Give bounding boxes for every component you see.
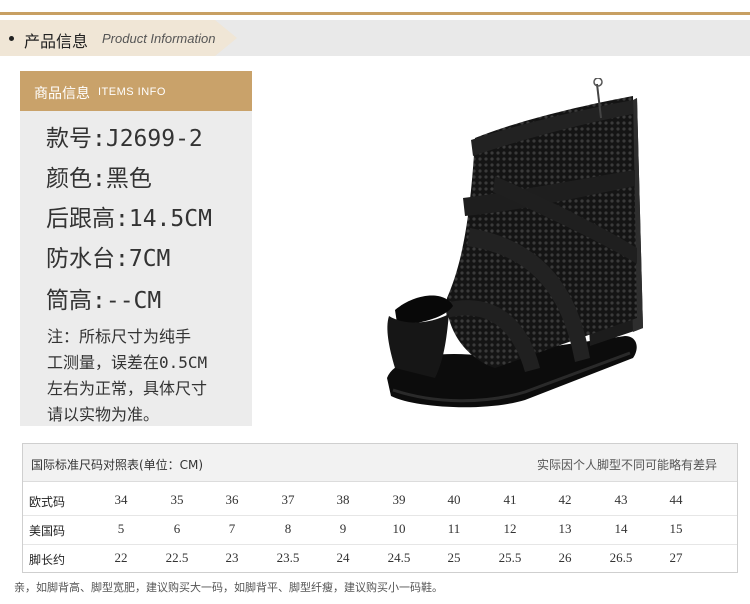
size-chart-note: 实际因个人脚型不同可能略有差异	[536, 458, 717, 472]
table-cell: 27	[669, 550, 683, 565]
table-cell: 41	[503, 492, 517, 507]
table-cell: 25	[447, 550, 461, 565]
items-info-panel: 商品信息 ITEMS INFO 款号:J2699-2 颜色:黑色 后跟高:14.…	[20, 71, 252, 426]
table-cell: 6	[173, 521, 181, 536]
info-style-number: 款号:J2699-2	[46, 126, 203, 152]
table-cell: 22.5	[165, 550, 189, 565]
table-cell: 23.5	[276, 550, 300, 565]
info-note-line: 工测量，误差在0.5CM	[47, 353, 208, 372]
table-cell: 37	[281, 492, 295, 507]
table-cell: 7	[228, 521, 236, 536]
table-cell: 5	[117, 521, 125, 536]
table-cell: 26	[558, 550, 572, 565]
table-cell: 22	[114, 550, 128, 565]
info-note-line: 左右为正常，具体尺寸	[47, 379, 208, 398]
table-cell: 11	[447, 521, 461, 536]
table-cell: 12	[503, 521, 517, 536]
table-cell: 24	[336, 550, 350, 565]
table-cell: 14	[614, 521, 628, 536]
row-label: 欧式码	[29, 495, 66, 509]
table-cell: 40	[447, 492, 461, 507]
table-row-eu: 欧式码 34 35 36 37 38 39 40 41 42 43 44	[23, 487, 737, 515]
info-color: 颜色:黑色	[46, 166, 152, 192]
table-cell: 42	[558, 492, 572, 507]
product-shoe-image	[387, 78, 643, 408]
table-cell: 8	[284, 521, 292, 536]
table-cell: 25.5	[498, 550, 522, 565]
items-info-title-en: ITEMS INFO	[98, 86, 166, 98]
row-label: 脚长约	[29, 553, 66, 567]
items-info-title: 商品信息 ITEMS INFO	[20, 71, 252, 111]
bullet-icon	[9, 36, 14, 41]
section-header: 产品信息 Product Information	[0, 20, 750, 56]
row-label: 美国码	[29, 524, 66, 538]
table-cell: 36	[225, 492, 239, 507]
table-cell: 24.5	[387, 550, 411, 565]
table-cell: 43	[614, 492, 628, 507]
size-advice-footnote: 亲，如脚背高、脚型宽肥，建议购买大一码，如脚背平、脚型纤瘦，建议购买小一码鞋。	[14, 581, 443, 594]
table-row-us: 美国码 5 6 7 8 9 10 11 12 13 14 15	[23, 516, 737, 544]
size-chart: 国际标准尺码对照表(单位：CM) 实际因个人脚型不同可能略有差异 欧式码 34 …	[22, 443, 738, 573]
table-cell: 9	[339, 521, 347, 536]
table-cell: 34	[114, 492, 128, 507]
table-cell: 13	[558, 521, 572, 536]
table-cell: 15	[669, 521, 683, 536]
info-shaft-height: 筒高:--CM	[46, 288, 162, 314]
info-note-line: 请以实物为准。	[47, 405, 160, 424]
info-heel-height: 后跟高:14.5CM	[46, 206, 212, 232]
header-title-en: Product Information	[102, 31, 216, 46]
items-info-title-cn: 商品信息	[34, 86, 90, 102]
table-cell: 39	[392, 492, 406, 507]
top-accent-line	[0, 12, 750, 15]
table-cell: 35	[170, 492, 184, 507]
info-platform-height: 防水台:7CM	[46, 246, 171, 272]
table-row-foot-length: 脚长约 22 22.5 23 23.5 24 24.5 25 25.5 26 2…	[23, 545, 737, 573]
table-cell: 44	[669, 492, 683, 507]
table-cell: 26.5	[609, 550, 633, 565]
header-tab-arrow	[215, 20, 237, 56]
size-chart-title: 国际标准尺码对照表(单位：CM)	[31, 458, 204, 472]
size-chart-header: 国际标准尺码对照表(单位：CM) 实际因个人脚型不同可能略有差异	[23, 444, 737, 482]
info-note-line: 注：所标尺寸为纯手	[47, 327, 192, 346]
header-title-cn: 产品信息	[24, 32, 89, 51]
table-cell: 23	[225, 550, 239, 565]
table-cell: 38	[336, 492, 350, 507]
table-cell: 10	[392, 521, 406, 536]
